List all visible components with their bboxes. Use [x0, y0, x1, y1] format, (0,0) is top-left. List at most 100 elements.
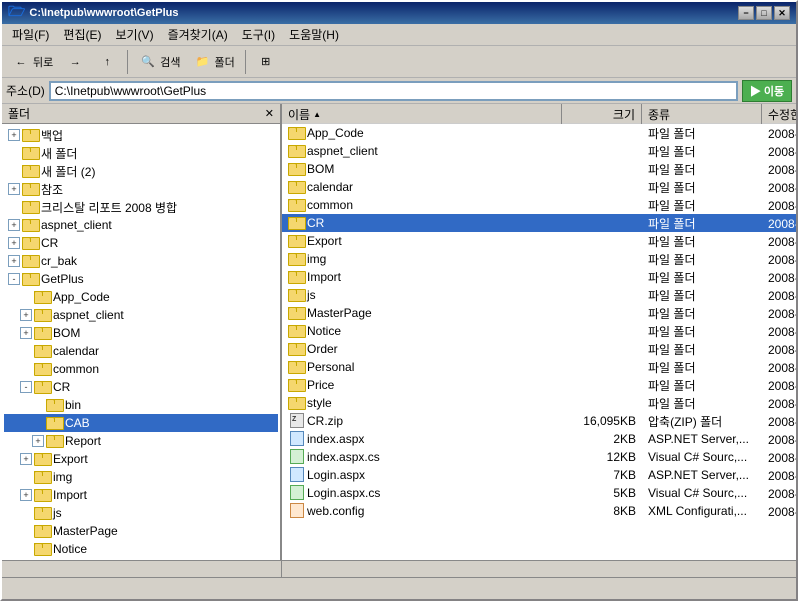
col-header-date[interactable]: 수정한 날짜	[762, 104, 796, 124]
file-row-aspnet-client[interactable]: aspnet_client 파일 폴더 2008-09-05 오후...	[282, 142, 796, 160]
menu-edit[interactable]: 편집(E)	[57, 24, 107, 45]
tree-item-g-js[interactable]: js	[4, 504, 278, 522]
tree-item-getplus[interactable]: - GetPlus	[4, 270, 278, 288]
forward-button[interactable]: →	[60, 49, 90, 75]
tree-item-newfolder2[interactable]: 새 폴더 (2)	[4, 162, 278, 180]
expand-ref[interactable]: +	[8, 183, 20, 195]
maximize-button[interactable]: □	[756, 6, 772, 20]
tree-item-g-appcode[interactable]: App_Code	[4, 288, 278, 306]
file-row-export[interactable]: Export 파일 폴더 2008-09-08 오후...	[282, 232, 796, 250]
file-row-bom[interactable]: BOM 파일 폴더 2008-09-05 오후...	[282, 160, 796, 178]
menu-view[interactable]: 보기(V)	[109, 24, 159, 45]
title-bar-left: 🗁 C:\Inetpub\wwwroot\GetPlus	[8, 1, 178, 25]
file-row-style[interactable]: style 파일 폴더 2008-09-02 오후...	[282, 394, 796, 412]
file-row-index-aspx[interactable]: index.aspx 2KB ASP.NET Server,... 2008-0…	[282, 430, 796, 448]
expand-ph-10	[20, 507, 32, 519]
back-button[interactable]: ← 뒤로	[6, 49, 58, 75]
file-row-personal[interactable]: Personal 파일 폴더 2008-09-06 오후...	[282, 358, 796, 376]
tree-item-g-cr[interactable]: - CR	[4, 378, 278, 396]
file-row-login-cs[interactable]: Login.aspx.cs 5KB Visual C# Sourc,... 20…	[282, 484, 796, 502]
file-name-personal: Personal	[282, 358, 562, 376]
file-row-app-code[interactable]: App_Code 파일 폴더 2008-08-25 오전...	[282, 124, 796, 142]
go-button[interactable]: ▶ 이동	[742, 80, 792, 102]
col-header-size[interactable]: 크기	[562, 104, 642, 124]
file-size-masterpage	[562, 304, 642, 322]
tree-item-g-aspnet[interactable]: + aspnet_client	[4, 306, 278, 324]
expand-g-cr[interactable]: -	[20, 381, 32, 393]
tree-item-aspnet[interactable]: + aspnet_client	[4, 216, 278, 234]
sort-arrow: ▲	[313, 110, 321, 119]
file-row-cr[interactable]: CR 파일 폴더 2008-09-08 오후...	[282, 214, 796, 232]
file-row-import[interactable]: Import 파일 폴더 2008-09-05 오후...	[282, 268, 796, 286]
tree-item-g-notice[interactable]: Notice	[4, 540, 278, 558]
tree-item-g-bom[interactable]: + BOM	[4, 324, 278, 342]
tree-label-g-appcode: App_Code	[53, 290, 110, 304]
tree-label-g-bom: BOM	[53, 326, 80, 340]
file-row-login-aspx[interactable]: Login.aspx 7KB ASP.NET Server,... 2008-0…	[282, 466, 796, 484]
tree-item-backup[interactable]: + 백업	[4, 126, 278, 144]
folder-icon-g-js	[34, 506, 50, 520]
file-row-common[interactable]: common 파일 폴더 2008-09-05 오후...	[282, 196, 796, 214]
col-header-type[interactable]: 종류	[642, 104, 762, 124]
file-row-web-config[interactable]: web.config 8KB XML Configurati,... 2008-…	[282, 502, 796, 520]
menu-favorites[interactable]: 즐겨찾기(A)	[162, 24, 234, 45]
col-header-name[interactable]: 이름 ▲	[282, 104, 562, 124]
tree-item-g-cr-report[interactable]: + Report	[4, 432, 278, 450]
file-row-order[interactable]: Order 파일 폴더 2008-09-05 오후...	[282, 340, 796, 358]
file-name-aspnet-client: aspnet_client	[282, 142, 562, 160]
expand-g-bom[interactable]: +	[20, 327, 32, 339]
expand-aspnet[interactable]: +	[8, 219, 20, 231]
tree-container[interactable]: + 백업 새 폴더 새 폴더 (2) + 참조	[2, 124, 280, 560]
tree-item-g-calendar[interactable]: calendar	[4, 342, 278, 360]
expand-crbak[interactable]: +	[8, 255, 20, 267]
expand-ph-11	[20, 525, 32, 537]
folder-button[interactable]: 📁 폴더	[188, 49, 240, 75]
address-input[interactable]	[49, 81, 738, 101]
expand-ph-12	[20, 543, 32, 555]
file-date-js: 2008-08-21 오후...	[762, 286, 796, 304]
close-button[interactable]: ✕	[774, 6, 790, 20]
left-scroll[interactable]	[2, 561, 282, 577]
expand-g-cr-report[interactable]: +	[32, 435, 44, 447]
file-row-masterpage[interactable]: MasterPage 파일 폴더 2008-09-06 오후...	[282, 304, 796, 322]
menu-file[interactable]: 파일(F)	[6, 24, 55, 45]
menu-help[interactable]: 도움말(H)	[283, 24, 345, 45]
tree-item-cr[interactable]: + CR	[4, 234, 278, 252]
tree-item-crystal[interactable]: 크리스탈 리포트 2008 병합	[4, 198, 278, 216]
tree-item-ref[interactable]: + 참조	[4, 180, 278, 198]
file-row-js[interactable]: js 파일 폴더 2008-08-21 오후...	[282, 286, 796, 304]
tree-item-g-cr-bin[interactable]: bin	[4, 396, 278, 414]
tree-item-newfolder[interactable]: 새 폴더	[4, 144, 278, 162]
file-row-crzip[interactable]: CR.zip 16,095KB 압축(ZIP) 폴더 2008-09-05 오후…	[282, 412, 796, 430]
expand-g-aspnet[interactable]: +	[20, 309, 32, 321]
tree-label-g-cr-cab: CAB	[65, 416, 90, 430]
file-icon-calendar	[288, 180, 304, 194]
tree-item-g-masterpage[interactable]: MasterPage	[4, 522, 278, 540]
up-button[interactable]: ↑	[92, 49, 122, 75]
panel-close-button[interactable]: ✕	[265, 107, 274, 120]
file-date-masterpage: 2008-09-06 오후...	[762, 304, 796, 322]
tree-item-g-common[interactable]: common	[4, 360, 278, 378]
tree-item-g-export[interactable]: + Export	[4, 450, 278, 468]
file-row-calendar[interactable]: calendar 파일 폴더 2008-09-02 오후...	[282, 178, 796, 196]
search-button[interactable]: 🔍 검색	[133, 49, 185, 75]
file-date-personal: 2008-09-06 오후...	[762, 358, 796, 376]
tree-item-crbak[interactable]: + cr_bak	[4, 252, 278, 270]
views-button[interactable]: ⊞	[251, 49, 281, 75]
file-row-index-cs[interactable]: index.aspx.cs 12KB Visual C# Sourc,... 2…	[282, 448, 796, 466]
file-row-notice[interactable]: Notice 파일 폴더 2008-08-24 오후...	[282, 322, 796, 340]
file-row-img[interactable]: img 파일 폴더 2008-09-05 오후...	[282, 250, 796, 268]
expand-g-export[interactable]: +	[20, 453, 32, 465]
tree-item-g-img[interactable]: img	[4, 468, 278, 486]
expand-cr[interactable]: +	[8, 237, 20, 249]
file-row-price[interactable]: Price 파일 폴더 2008-08-21 오후...	[282, 376, 796, 394]
expand-g-import[interactable]: +	[20, 489, 32, 501]
tree-item-g-cr-cab[interactable]: CAB	[4, 414, 278, 432]
right-scroll[interactable]	[282, 561, 796, 577]
expand-getplus[interactable]: -	[8, 273, 20, 285]
minimize-button[interactable]: −	[738, 6, 754, 20]
tree-item-g-import[interactable]: + Import	[4, 486, 278, 504]
menu-tools[interactable]: 도구(I)	[236, 24, 281, 45]
file-date-crzip: 2008-09-05 오후...	[762, 412, 796, 430]
expand-backup[interactable]: +	[8, 129, 20, 141]
